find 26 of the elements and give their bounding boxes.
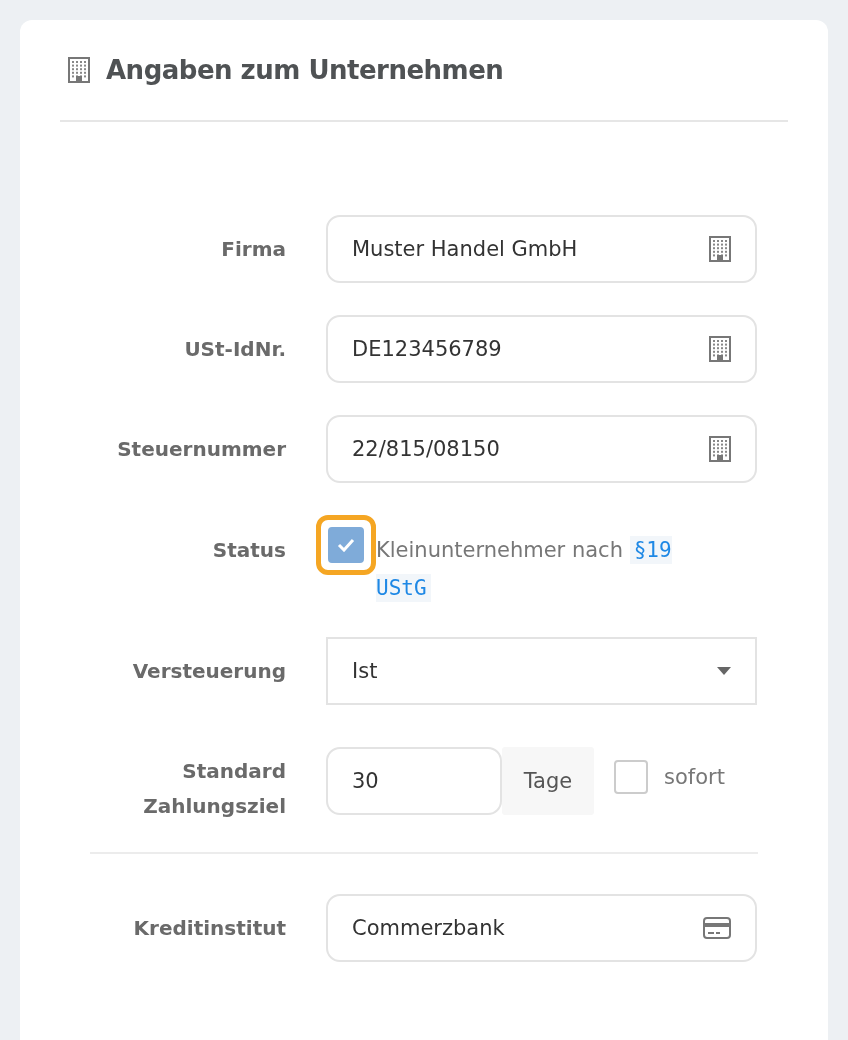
building-icon [709, 436, 731, 462]
field-label: Firma [220, 236, 286, 263]
checkbox-label: sofort [664, 764, 725, 789]
field-label: Standard Zahlungsziel [142, 758, 286, 820]
credit-card-icon [703, 917, 731, 939]
field-label: Versteuerung [131, 658, 286, 685]
building-icon [709, 236, 731, 262]
check-icon [337, 538, 355, 552]
field-label: Kreditinstitut [132, 915, 286, 942]
unit-label: Tage [502, 746, 594, 815]
input-field[interactable]: 22/815/08150 [326, 415, 757, 483]
input-field[interactable]: Commerzbank [326, 894, 757, 962]
checkbox[interactable] [328, 527, 364, 563]
dropdown[interactable]: Ist [326, 637, 757, 705]
checkbox[interactable] [614, 759, 648, 794]
building-icon [709, 336, 731, 362]
caret-icon [717, 667, 731, 675]
card-title: Angaben zum Unternehmen [106, 55, 504, 85]
field-label: USt-IdNr. [183, 336, 286, 363]
number-field[interactable]: 30 [326, 746, 502, 815]
input-field[interactable]: Muster Handel GmbH [326, 215, 757, 283]
field-label: Steuernummer [116, 436, 286, 463]
building-icon [68, 57, 90, 83]
field-label: Status [211, 537, 286, 564]
checkbox-label: Kleinunternehmer nach §19 UStG [376, 535, 673, 604]
input-field[interactable]: DE123456789 [326, 315, 757, 383]
